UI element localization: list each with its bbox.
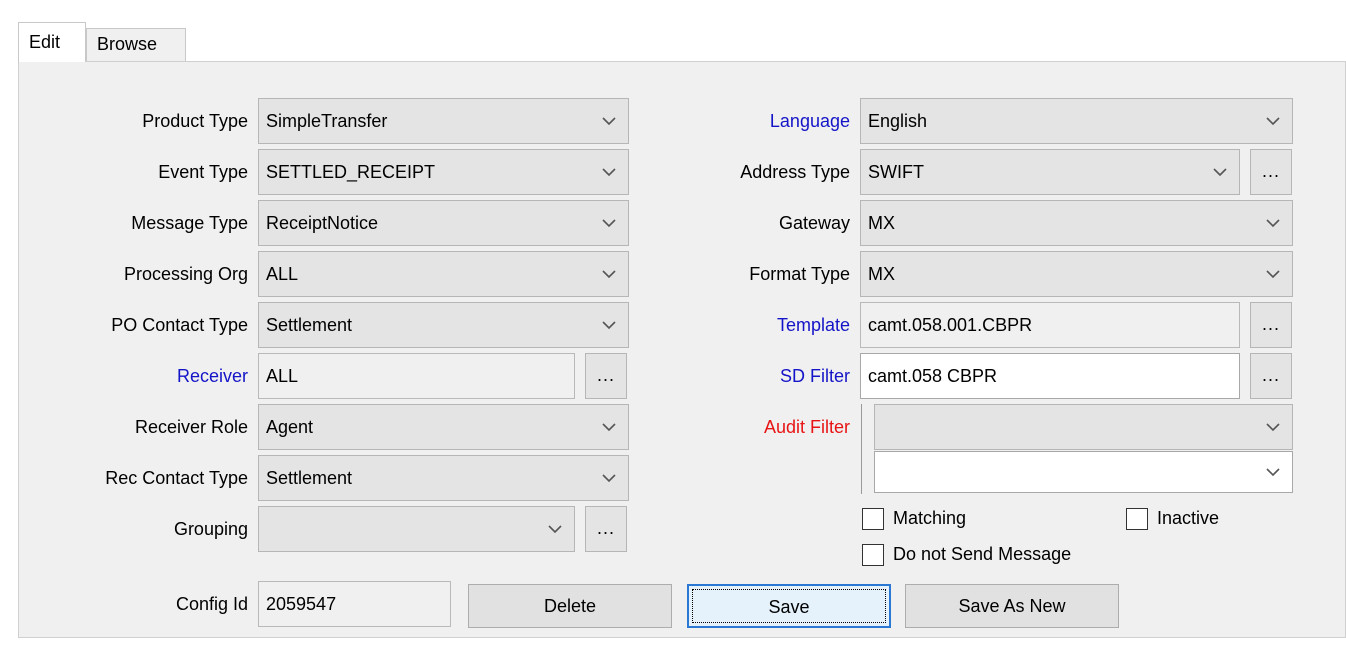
rec-contact-type-select[interactable]: Settlement [258,455,629,501]
product-type-select[interactable]: SimpleTransfer [258,98,629,144]
chevron-down-icon [548,525,562,534]
product-type-value: SimpleTransfer [266,111,388,131]
grouping-label: Grouping [173,519,248,539]
save-as-new-button[interactable]: Save As New [905,584,1119,628]
matching-label: Matching [893,508,967,528]
processing-org-value: ALL [266,264,299,284]
chevron-down-icon [1266,468,1280,477]
receiver-role-select[interactable]: Agent [258,404,629,450]
chevron-down-icon [602,423,616,432]
chevron-down-icon [1266,270,1280,279]
address-type-label: Address Type [740,162,850,182]
gateway-value: MX [868,213,895,233]
grouping-ellipsis-button[interactable]: ... [585,506,627,552]
product-type-label: Product Type [142,111,248,131]
event-type-value: SETTLED_RECEIPT [266,162,436,182]
event-type-label: Event Type [158,162,248,182]
tab-browse[interactable]: Browse [86,28,186,62]
event-type-select[interactable]: SETTLED_RECEIPT [258,149,629,195]
receiver-role-label: Receiver Role [134,417,248,437]
sd-filter-field[interactable]: camt.058 CBPR [860,353,1240,399]
chevron-down-icon [602,321,616,330]
chevron-down-icon [602,270,616,279]
inactive-checkbox[interactable] [1126,508,1148,530]
address-type-ellipsis-button[interactable]: ... [1250,149,1292,195]
chevron-down-icon [602,219,616,228]
inactive-label: Inactive [1157,508,1220,528]
focus-ring [692,589,886,623]
config-id-field[interactable]: 2059547 [258,581,451,627]
receiver-field[interactable]: ALL [258,353,575,399]
po-contact-type-select[interactable]: Settlement [258,302,629,348]
template-label[interactable]: Template [640,302,850,348]
config-id-label: Config Id [175,594,248,614]
tab-bar: Edit Browse [18,22,1346,62]
delete-button[interactable]: Delete [468,584,672,628]
gateway-select[interactable]: MX [860,200,1293,246]
template-value: camt.058.001.CBPR [868,315,1033,335]
save-button[interactable]: Save [687,584,891,628]
template-field[interactable]: camt.058.001.CBPR [860,302,1240,348]
tab-edit[interactable]: Edit [18,22,86,62]
do-not-send-message-checkbox[interactable] [862,544,884,566]
message-type-label: Message Type [131,213,248,233]
receiver-value: ALL [266,366,299,386]
format-type-label: Format Type [749,264,850,284]
chevron-down-icon [602,117,616,126]
message-type-value: ReceiptNotice [266,213,379,233]
message-type-select[interactable]: ReceiptNotice [258,200,629,246]
po-contact-type-label: PO Contact Type [111,315,248,335]
chevron-down-icon [1266,117,1280,126]
po-contact-type-value: Settlement [266,315,353,335]
processing-org-select[interactable]: ALL [258,251,629,297]
receiver-ellipsis-button[interactable]: ... [585,353,627,399]
grouping-select[interactable] [258,506,575,552]
receiver-label[interactable]: Receiver [0,353,248,399]
gateway-label: Gateway [778,213,850,233]
do-not-send-message-label: Do not Send Message [893,544,1072,564]
chevron-down-icon [1213,168,1227,177]
format-type-select[interactable]: MX [860,251,1293,297]
chevron-down-icon [602,474,616,483]
config-id-value: 2059547 [266,594,337,614]
rec-contact-type-label: Rec Contact Type [105,468,248,488]
audit-filter-label: Audit Filter [763,417,850,437]
chevron-down-icon [602,168,616,177]
chevron-down-icon [1266,219,1280,228]
template-ellipsis-button[interactable]: ... [1250,302,1292,348]
language-value: English [868,111,928,131]
matching-checkbox[interactable] [862,508,884,530]
audit-filter-second-select[interactable] [874,451,1293,493]
receiver-role-value: Agent [266,417,314,437]
sd-filter-ellipsis-button[interactable]: ... [1250,353,1292,399]
processing-org-label: Processing Org [123,264,248,284]
address-type-select[interactable]: SWIFT [860,149,1240,195]
format-type-value: MX [868,264,895,284]
audit-filter-divider [861,404,862,494]
sd-filter-value: camt.058 CBPR [868,366,998,386]
rec-contact-type-value: Settlement [266,468,353,488]
language-select[interactable]: English [860,98,1293,144]
sd-filter-label[interactable]: SD Filter [640,353,850,399]
address-type-value: SWIFT [868,162,924,182]
chevron-down-icon [1266,423,1280,432]
audit-filter-select[interactable] [874,404,1293,450]
language-label[interactable]: Language [640,98,850,144]
